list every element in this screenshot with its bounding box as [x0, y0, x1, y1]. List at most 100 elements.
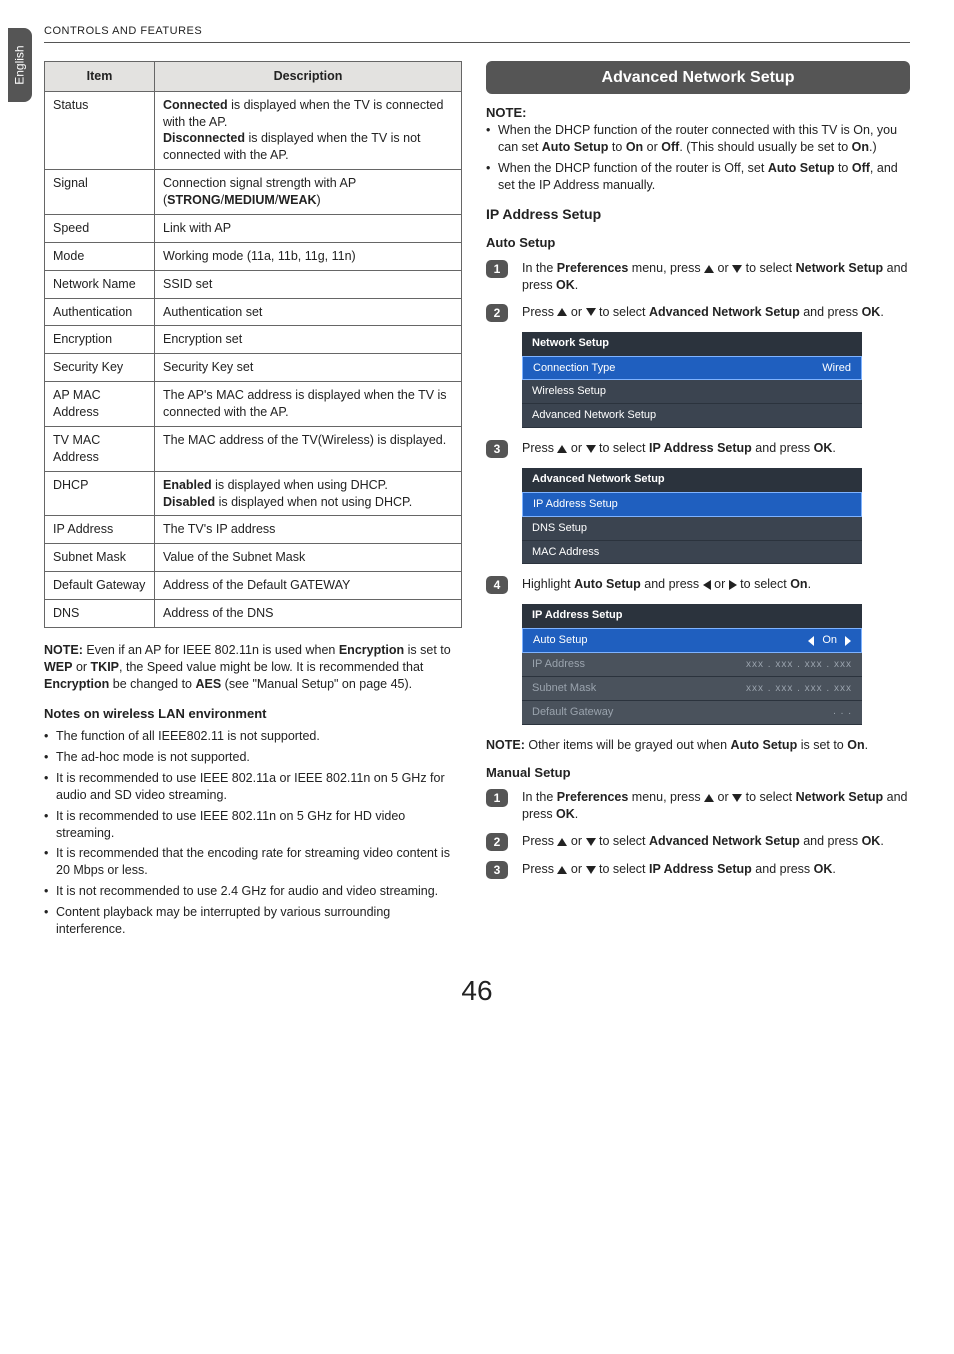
- cell-item: DHCP: [45, 471, 155, 516]
- cell-desc: The TV's IP address: [155, 516, 462, 544]
- step-body: Press or to select Advanced Network Setu…: [522, 833, 910, 850]
- lan-heading: Notes on wireless LAN environment: [44, 705, 462, 723]
- cell-item: Speed: [45, 214, 155, 242]
- step-number-badge: 2: [486, 304, 508, 322]
- menu-row[interactable]: IP Addressxxx . xxx . xxx . xxx: [522, 653, 862, 677]
- page-number: 46: [44, 972, 910, 1010]
- step: 3 Press or to select IP Address Setup and…: [486, 440, 910, 458]
- list-item: The function of all IEEE802.11 is not su…: [44, 728, 462, 745]
- step-number-badge: 2: [486, 833, 508, 851]
- left-arrow-icon: [703, 580, 711, 590]
- menu-row-value: Wired: [822, 361, 851, 376]
- cell-item: Network Name: [45, 270, 155, 298]
- menu-row[interactable]: DNS Setup: [522, 517, 862, 541]
- down-arrow-icon: [586, 866, 596, 874]
- step-body: Press or to select IP Address Setup and …: [522, 440, 910, 457]
- table-row: ModeWorking mode (11a, 11b, 11g, 11n): [45, 242, 462, 270]
- menu-row[interactable]: Wireless Setup: [522, 380, 862, 404]
- right-arrow-icon: [729, 580, 737, 590]
- menu-title: Advanced Network Setup: [522, 468, 862, 492]
- cell-item: Mode: [45, 242, 155, 270]
- menu-row-label: DNS Setup: [532, 521, 587, 536]
- section-banner: Advanced Network Setup: [486, 61, 910, 95]
- menu-row[interactable]: IP Address Setup: [522, 492, 862, 517]
- cell-item: IP Address: [45, 516, 155, 544]
- cell-desc: Connected is displayed when the TV is co…: [155, 91, 462, 170]
- note-encryption: NOTE: Even if an AP for IEEE 802.11n is …: [44, 642, 462, 693]
- step: 1In the Preferences menu, press or to se…: [486, 260, 910, 294]
- menu-row-label: Subnet Mask: [532, 681, 596, 696]
- up-arrow-icon: [557, 308, 567, 316]
- note2: NOTE: Other items will be grayed out whe…: [486, 737, 910, 754]
- table-row: SpeedLink with AP: [45, 214, 462, 242]
- list-item: It is recommended to use IEEE 802.11a or…: [44, 770, 462, 804]
- step-body: In the Preferences menu, press or to sel…: [522, 789, 910, 823]
- step-body: Press or to select IP Address Setup and …: [522, 861, 910, 878]
- down-arrow-icon: [732, 794, 742, 802]
- list-item: When the DHCP function of the router is …: [486, 160, 910, 194]
- step: 2Press or to select Advanced Network Set…: [486, 304, 910, 322]
- table-row: IP AddressThe TV's IP address: [45, 516, 462, 544]
- step: 2 Press or to select Advanced Network Set…: [486, 833, 910, 851]
- step: 1In the Preferences menu, press or to se…: [486, 789, 910, 823]
- auto-setup-heading: Auto Setup: [486, 234, 910, 252]
- step-body: Highlight Auto Setup and press or to sel…: [522, 576, 910, 593]
- menu-row[interactable]: Default Gateway . . .: [522, 701, 862, 725]
- down-arrow-icon: [586, 308, 596, 316]
- step-body: In the Preferences menu, press or to sel…: [522, 260, 910, 294]
- menu-row[interactable]: Subnet Mask xxx . xxx . xxx . xxx: [522, 677, 862, 701]
- table-row: TV MAC AddressThe MAC address of the TV(…: [45, 426, 462, 471]
- menu-row[interactable]: MAC Address: [522, 541, 862, 565]
- menu-row-label: Auto Setup: [533, 633, 587, 648]
- menu-row-value: . . .: [833, 705, 852, 719]
- note-label: NOTE:: [486, 105, 526, 120]
- up-arrow-icon: [557, 838, 567, 846]
- table-row: DNSAddress of the DNS: [45, 600, 462, 628]
- lan-bullet-list: The function of all IEEE802.11 is not su…: [44, 728, 462, 938]
- menu-row[interactable]: Connection Type Wired: [522, 356, 862, 381]
- list-item: The ad-hoc mode is not supported.: [44, 749, 462, 766]
- cell-desc: Connection signal strength with AP (STRO…: [155, 170, 462, 215]
- step-number-badge: 3: [486, 440, 508, 458]
- table-row: Network NameSSID set: [45, 270, 462, 298]
- cell-desc: SSID set: [155, 270, 462, 298]
- page-header: CONTROLS AND FEATURES: [44, 24, 910, 43]
- menu-title: Network Setup: [522, 332, 862, 356]
- cell-desc: Address of the Default GATEWAY: [155, 572, 462, 600]
- cell-desc: The MAC address of the TV(Wireless) is d…: [155, 426, 462, 471]
- menu-box: Advanced Network Setup IP Address Setup DN…: [522, 468, 862, 564]
- cell-item: Encryption: [45, 326, 155, 354]
- menu-row-label: Connection Type: [533, 361, 615, 376]
- menu-row-value: xxx . xxx . xxx . xxx: [746, 682, 852, 696]
- menu-row[interactable]: Advanced Network Setup: [522, 404, 862, 428]
- table-row: Default GatewayAddress of the Default GA…: [45, 572, 462, 600]
- language-tab: English: [8, 28, 32, 102]
- note-block-right: NOTE: When the DHCP function of the rout…: [486, 104, 910, 193]
- cell-item: Signal: [45, 170, 155, 215]
- cell-item: AP MAC Address: [45, 382, 155, 427]
- left-arrow-icon: [808, 636, 814, 646]
- cell-item: Subnet Mask: [45, 544, 155, 572]
- table-row: SignalConnection signal strength with AP…: [45, 170, 462, 215]
- menu-row-label: Default Gateway: [532, 705, 613, 720]
- th-desc: Description: [155, 61, 462, 91]
- up-arrow-icon: [704, 794, 714, 802]
- list-item: It is recommended to use IEEE 802.11n on…: [44, 808, 462, 842]
- step: 4Highlight Auto Setup and press or to se…: [486, 576, 910, 594]
- step-number-badge: 3: [486, 861, 508, 879]
- down-arrow-icon: [586, 445, 596, 453]
- cell-item: Status: [45, 91, 155, 170]
- cell-desc: Link with AP: [155, 214, 462, 242]
- menu-row[interactable]: Auto SetupOn: [522, 628, 862, 653]
- cell-desc: Security Key set: [155, 354, 462, 382]
- menu-box: IP Address SetupAuto SetupOnIP Addressxx…: [522, 604, 862, 724]
- table-row: DHCPEnabled is displayed when using DHCP…: [45, 471, 462, 516]
- cell-desc: Address of the DNS: [155, 600, 462, 628]
- menu-row-label: IP Address: [532, 657, 585, 672]
- list-item: It is not recommended to use 2.4 GHz for…: [44, 883, 462, 900]
- table-row: AuthenticationAuthentication set: [45, 298, 462, 326]
- table-row: AP MAC AddressThe AP's MAC address is di…: [45, 382, 462, 427]
- menu-row-label: IP Address Setup: [533, 497, 618, 512]
- cell-desc: The AP's MAC address is displayed when t…: [155, 382, 462, 427]
- menu-row-label: MAC Address: [532, 545, 599, 560]
